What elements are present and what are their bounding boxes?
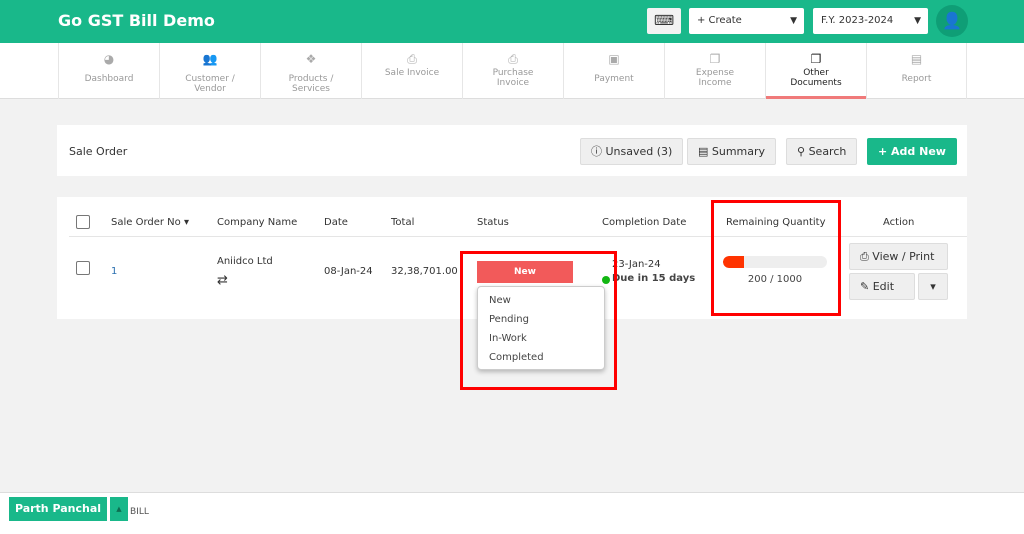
nav-item-other-documents[interactable]: ❐ Other Documents xyxy=(765,43,866,99)
money-icon: ▣ xyxy=(608,52,620,66)
col-action: Action xyxy=(883,217,915,228)
highlight-box-status xyxy=(460,251,617,390)
search-icon: ⚲ xyxy=(797,145,809,158)
nav-label: Dashboard xyxy=(84,74,134,84)
chevron-down-icon: ▼ xyxy=(914,16,921,26)
col-total: Total xyxy=(391,217,415,228)
add-new-button[interactable]: + Add New xyxy=(867,138,957,165)
caret-up-icon[interactable]: ▲ xyxy=(110,497,128,521)
nav-item-payment[interactable]: ▣ Payment xyxy=(563,43,664,99)
create-label: + Create xyxy=(697,15,742,26)
completion-date: 23-Jan-24 xyxy=(612,259,661,270)
nav-item-dashboard[interactable]: ◕ Dashboard xyxy=(58,43,159,99)
unsaved-button[interactable]: ⓘ Unsaved (3) xyxy=(580,138,684,165)
search-label: Search xyxy=(808,145,847,158)
col-completion-date: Completion Date xyxy=(602,217,687,228)
user-avatar-icon[interactable]: 👤 xyxy=(936,5,968,37)
nav-label: Products / Services xyxy=(288,74,334,94)
create-dropdown[interactable]: + Create ▼ xyxy=(689,8,804,34)
main-nav: ◕ Dashboard 👥 Customer / Vendor ❖ Products / … xyxy=(0,43,1024,99)
search-button[interactable]: ⚲ Search xyxy=(786,138,858,165)
row-date: 08-Jan-24 xyxy=(324,266,373,277)
copy-icon: ❐ xyxy=(709,52,721,66)
nav-item-sale-invoice[interactable]: ⎙ Sale Invoice xyxy=(361,43,462,99)
nav-item-expense-income[interactable]: ❐ Expense Income xyxy=(664,43,765,99)
app-title: Go GST Bill Demo xyxy=(58,11,215,30)
summary-label: Summary xyxy=(711,145,766,158)
printer-icon: ⎙ xyxy=(860,250,873,263)
fy-label: F.Y. 2023-2024 xyxy=(821,15,894,26)
users-icon: 👥 xyxy=(202,52,218,66)
col-date: Date xyxy=(324,217,348,228)
footer: Parth Panchal ▲ BILL xyxy=(0,492,1024,534)
col-status: Status xyxy=(477,217,509,228)
nav-label: Sale Invoice xyxy=(384,68,440,78)
select-all-checkbox[interactable] xyxy=(76,215,90,229)
nav-label: Expense Income xyxy=(695,68,735,88)
user-button[interactable]: Parth Panchal xyxy=(9,497,107,521)
exchange-icon[interactable]: ⇄ xyxy=(217,273,228,288)
company-name: Aniidco Ltd xyxy=(217,256,273,267)
keyboard-icon[interactable]: ⌨ xyxy=(647,8,681,34)
summary-button[interactable]: ▤ Summary xyxy=(687,138,777,165)
nav-item-report[interactable]: ▤ Report xyxy=(866,43,967,99)
chevron-down-icon: ▼ xyxy=(790,16,797,26)
top-bar: Go GST Bill Demo ⌨ + Create ▼ F.Y. 2023-2… xyxy=(0,0,1024,43)
highlight-box-remaining xyxy=(711,200,841,316)
nav-label: Other Documents xyxy=(790,68,842,88)
nav-label: Customer / Vendor xyxy=(185,74,235,94)
sale-order-link[interactable]: 1 xyxy=(111,266,117,277)
edit-button[interactable]: ✎ Edit xyxy=(849,273,915,300)
page-title: Sale Order xyxy=(69,145,128,158)
list-icon: ▤ xyxy=(698,145,712,158)
col-sale-order-no[interactable]: Sale Order No ▾ xyxy=(111,217,189,228)
bill-label: BILL xyxy=(130,507,149,517)
col-company-name: Company Name xyxy=(217,217,298,228)
printer-icon: ⎙ xyxy=(407,52,417,66)
copy-icon: ❐ xyxy=(810,52,822,66)
fy-dropdown[interactable]: F.Y. 2023-2024 ▼ xyxy=(813,8,928,34)
due-text: Due in 15 days xyxy=(612,273,696,284)
caret-down-icon: ▾ xyxy=(930,280,936,293)
row-total: 32,38,701.00 xyxy=(391,266,458,277)
cubes-icon: ❖ xyxy=(305,52,317,66)
edit-icon: ✎ xyxy=(860,280,873,293)
newspaper-icon: ▤ xyxy=(910,52,923,66)
edit-label: Edit xyxy=(872,280,895,293)
nav-label: Report xyxy=(901,74,932,84)
nav-item-products-services[interactable]: ❖ Products / Services xyxy=(260,43,361,99)
unsaved-label: Unsaved (3) xyxy=(605,145,673,158)
more-actions-button[interactable]: ▾ xyxy=(918,273,948,300)
printer-icon: ⎙ xyxy=(508,52,518,66)
nav-label: Purchase Invoice xyxy=(492,68,534,88)
nav-label: Payment xyxy=(594,74,634,84)
nav-item-customer-vendor[interactable]: 👥 Customer / Vendor xyxy=(159,43,260,99)
info-icon: ⓘ xyxy=(591,145,606,158)
nav-item-purchase-invoice[interactable]: ⎙ Purchase Invoice xyxy=(462,43,563,99)
row-checkbox[interactable] xyxy=(76,261,90,275)
view-print-button[interactable]: ⎙ View / Print xyxy=(849,243,948,270)
view-print-label: View / Print xyxy=(872,250,935,263)
dashboard-icon: ◕ xyxy=(103,52,115,66)
